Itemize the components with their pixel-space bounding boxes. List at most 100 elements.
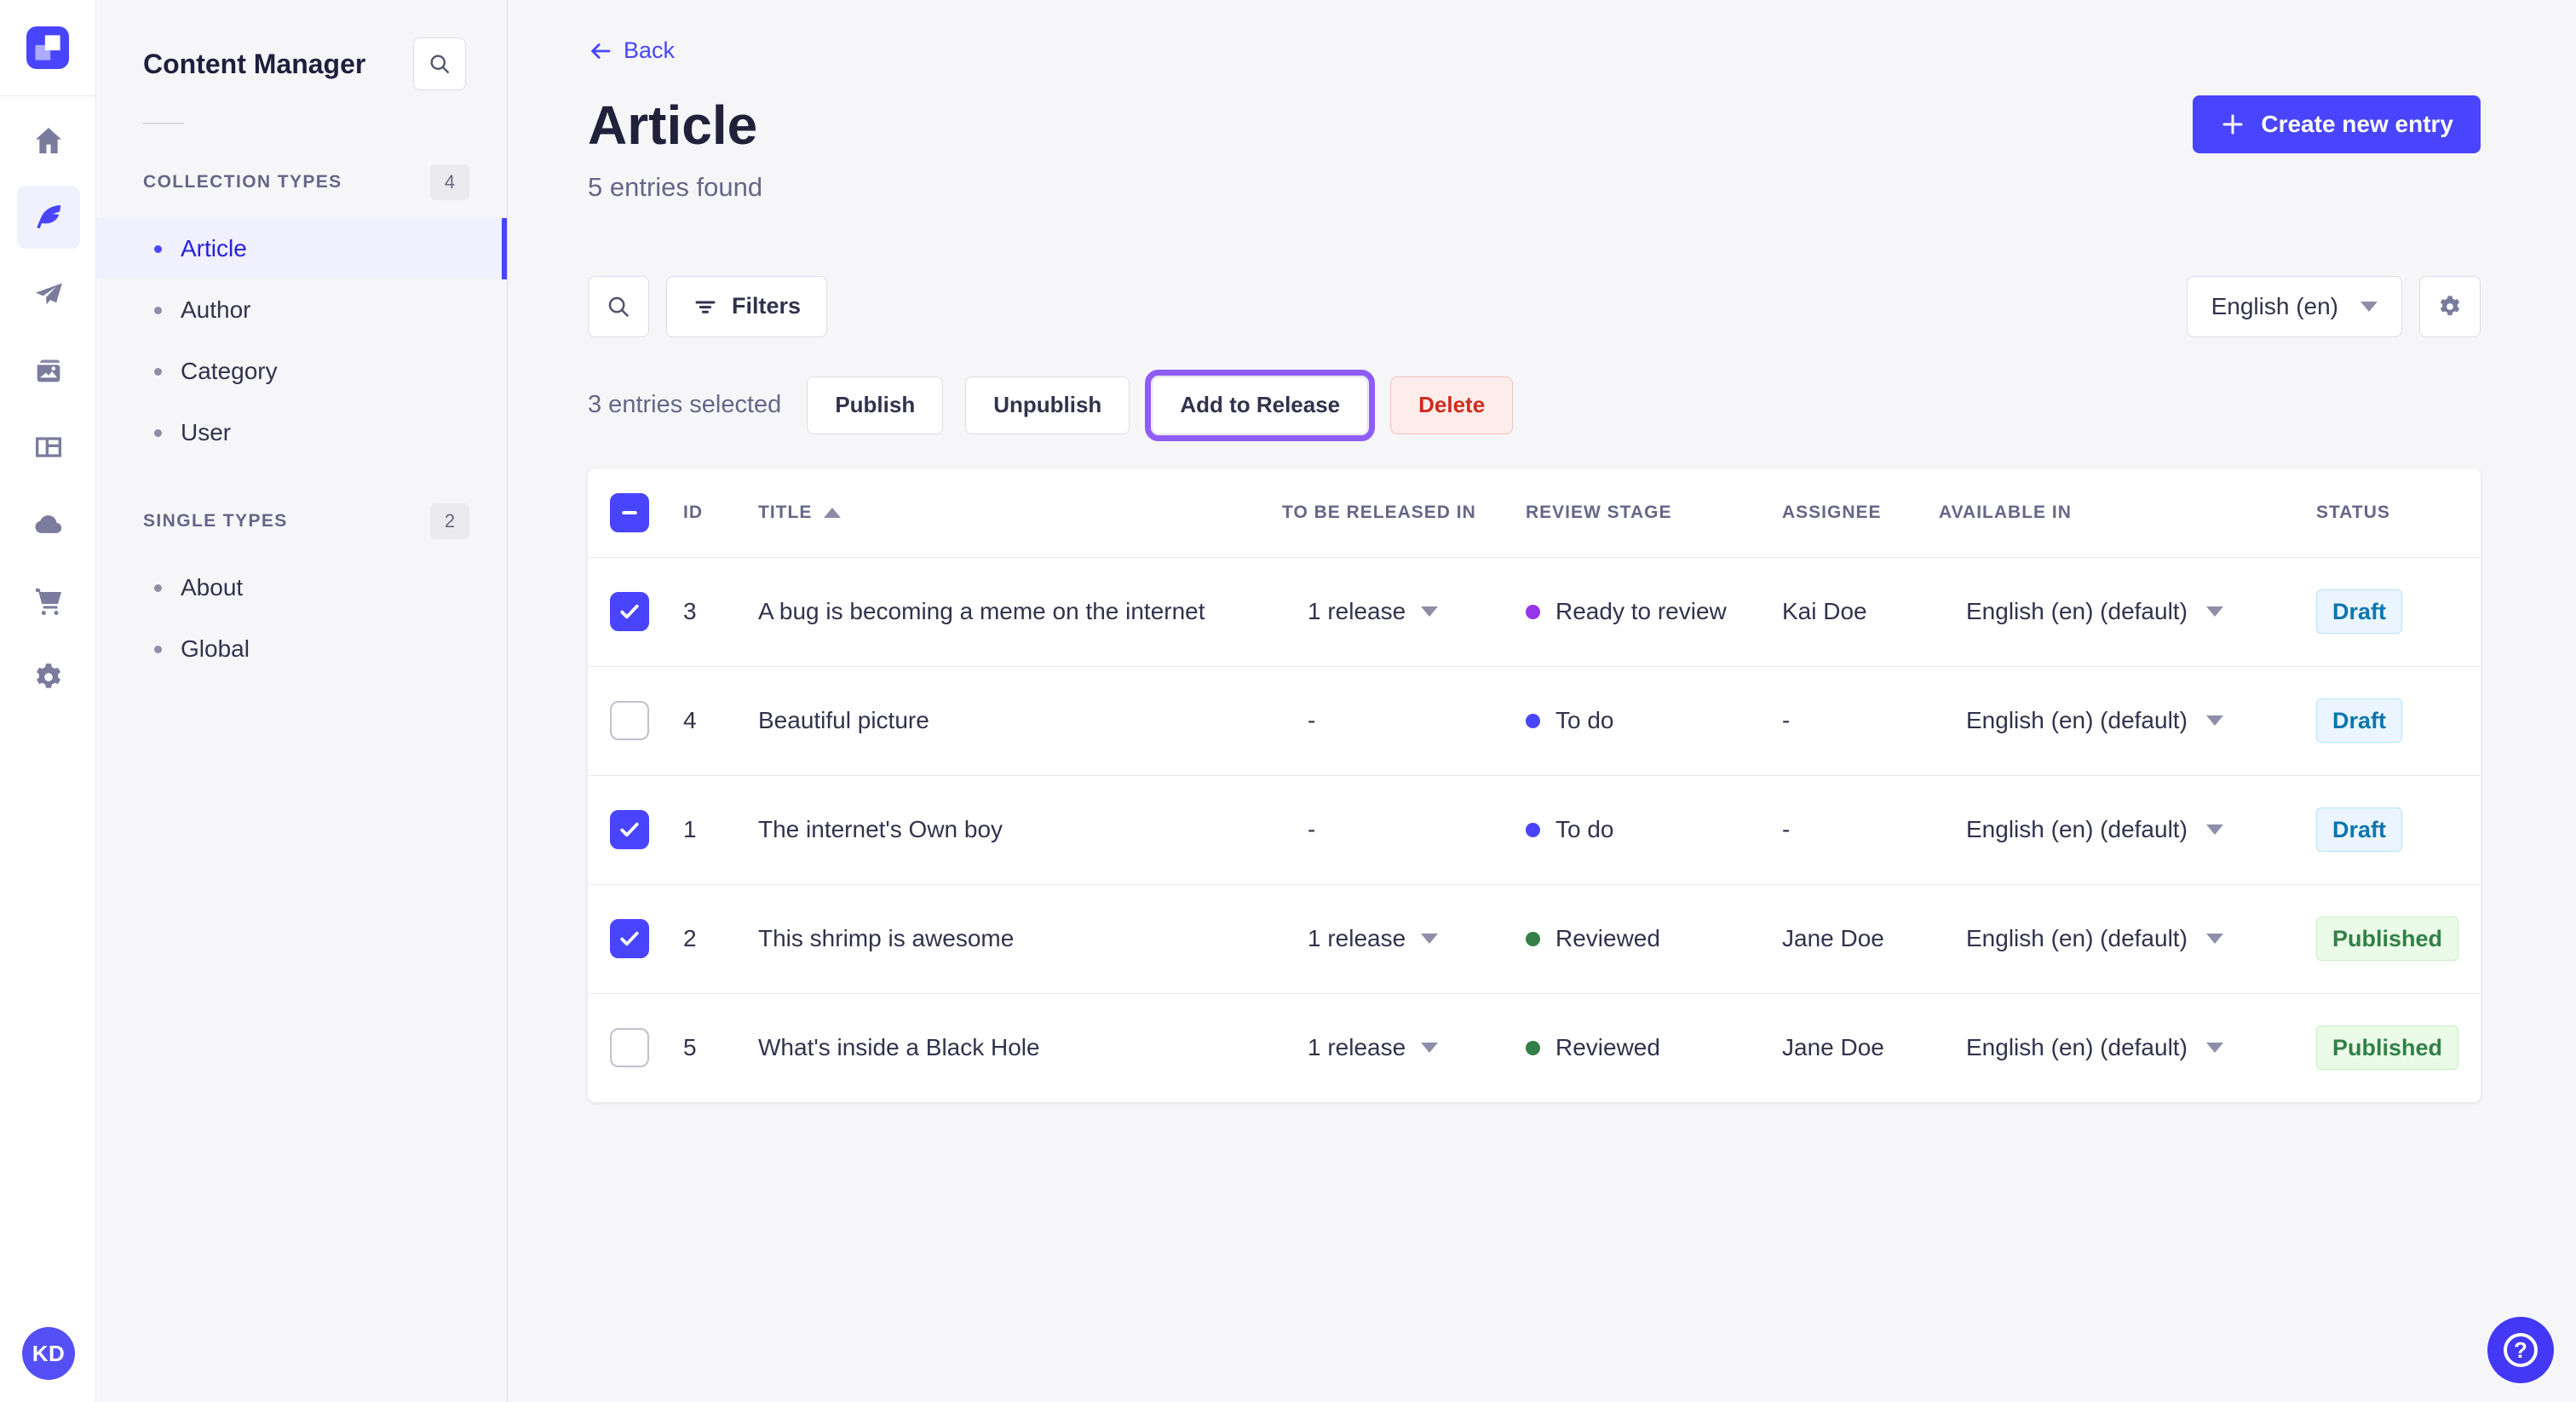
chevron-down-icon [2205, 1043, 2223, 1053]
row-checkbox[interactable] [610, 701, 649, 740]
column-header-review-stage[interactable]: REVIEW STAGE [1526, 503, 1782, 523]
back-link[interactable]: Back [588, 37, 675, 64]
table-search-button[interactable] [588, 275, 649, 337]
search-icon [430, 55, 450, 74]
question-mark-icon: ? [2504, 1333, 2538, 1367]
row-release-dropdown[interactable]: - [1282, 707, 1526, 734]
home-icon[interactable] [17, 109, 80, 172]
sidebar-search-button[interactable] [413, 37, 466, 90]
sidebar-item-label: User [181, 419, 232, 445]
row-title: A bug is becoming a meme on the internet [758, 598, 1205, 624]
table-row[interactable]: 1 The internet's Own boy - To do - Engli… [588, 774, 2481, 884]
row-checkbox[interactable] [610, 592, 649, 631]
column-header-title[interactable]: TITLE [758, 503, 1282, 523]
sort-ascending-icon [824, 507, 842, 518]
rail-nav-icons [0, 109, 96, 709]
plus-icon [2222, 114, 2243, 135]
strapi-logo-icon[interactable] [26, 26, 69, 69]
table-header-row: ID TITLE TO BE RELEASED IN REVIEW STAGE … [588, 468, 2481, 557]
stage-dot-icon [1526, 822, 1540, 837]
row-locale-dropdown[interactable]: English (en) (default) [1939, 1034, 2316, 1061]
filters-button[interactable]: Filters [666, 275, 828, 337]
search-icon [608, 296, 630, 317]
row-release-dropdown[interactable]: 1 release [1282, 925, 1526, 952]
row-locale-dropdown[interactable]: English (en) (default) [1939, 816, 2316, 843]
sidebar-item-label: About [181, 574, 244, 600]
sidebar-item-author[interactable]: Author [96, 279, 507, 341]
column-header-status[interactable]: STATUS [2316, 503, 2481, 523]
sidebar-item-article[interactable]: Article [96, 218, 507, 279]
column-header-available-in[interactable]: AVAILABLE IN [1939, 503, 2316, 523]
gear-icon[interactable] [17, 646, 80, 709]
row-checkbox[interactable] [610, 1028, 649, 1067]
row-id: 1 [683, 816, 697, 842]
media-icon[interactable] [17, 339, 80, 402]
column-header-assignee[interactable]: ASSIGNEE [1782, 503, 1939, 523]
chevron-down-icon [1421, 934, 1439, 944]
stage-dot-icon [1526, 604, 1540, 619]
chevron-down-icon [2360, 301, 2378, 312]
sidebar-item-label: Global [181, 635, 250, 662]
single-types-count-badge: 2 [430, 503, 469, 539]
row-id: 2 [683, 925, 697, 951]
nav-rail: KD [0, 0, 96, 1402]
bullet-icon [154, 306, 162, 314]
status-badge: Published [2316, 916, 2459, 961]
sidebar-item-category[interactable]: Category [96, 341, 507, 402]
table-row[interactable]: 3 A bug is becoming a meme on the intern… [588, 556, 2481, 666]
entries-table: ID TITLE TO BE RELEASED IN REVIEW STAGE … [588, 468, 2481, 1102]
cart-icon[interactable] [17, 569, 80, 632]
select-all-checkbox[interactable] [610, 492, 649, 532]
layout-icon[interactable] [17, 416, 80, 479]
sidebar-item-label: Article [181, 235, 247, 261]
paper-plane-icon[interactable] [17, 262, 80, 325]
row-checkbox[interactable] [610, 919, 649, 958]
row-review-stage: Ready to review [1526, 598, 1782, 625]
unpublish-button[interactable]: Unpublish [965, 376, 1130, 434]
row-release-dropdown[interactable]: 1 release [1282, 1034, 1526, 1061]
sidebar-item-user[interactable]: User [96, 402, 507, 463]
row-release-dropdown[interactable]: 1 release [1282, 598, 1526, 625]
content-manager-sidebar: Content Manager COLLECTION TYPES 4 Artic… [96, 0, 508, 1402]
cloud-icon[interactable] [17, 492, 80, 555]
entries-count-text: 5 entries found [588, 171, 763, 202]
collection-types-count-badge: 4 [430, 164, 469, 200]
row-locale-dropdown[interactable]: English (en) (default) [1939, 598, 2316, 625]
row-locale-dropdown[interactable]: English (en) (default) [1939, 707, 2316, 734]
table-row[interactable]: 4 Beautiful picture - To do - English (e… [588, 665, 2481, 775]
selection-count-text: 3 entries selected [588, 391, 782, 418]
row-locale-dropdown[interactable]: English (en) (default) [1939, 925, 2316, 952]
stage-dot-icon [1526, 931, 1540, 946]
column-header-to-be-released-in[interactable]: TO BE RELEASED IN [1282, 503, 1526, 523]
row-release-dropdown[interactable]: - [1282, 816, 1526, 843]
publish-button[interactable]: Publish [807, 376, 944, 434]
main-content: Back Create new entry Article 5 entries … [508, 0, 2576, 1402]
chevron-down-icon [2205, 715, 2223, 726]
row-review-stage: To do [1526, 816, 1782, 843]
table-row[interactable]: 5 What's inside a Black Hole 1 release R… [588, 992, 2481, 1102]
delete-button[interactable]: Delete [1390, 376, 1514, 434]
status-badge: Draft [2316, 807, 2403, 852]
locale-select[interactable]: English (en) [2186, 275, 2402, 337]
view-settings-button[interactable] [2419, 275, 2481, 337]
bullet-icon [154, 367, 162, 376]
stage-dot-icon [1526, 713, 1540, 728]
gear-icon [2440, 295, 2460, 315]
sidebar-item-global[interactable]: Global [96, 618, 507, 680]
chevron-down-icon [2205, 825, 2223, 835]
status-badge: Draft [2316, 698, 2403, 743]
stage-dot-icon [1526, 1040, 1540, 1055]
user-avatar[interactable]: KD [22, 1327, 75, 1380]
logo-area [0, 0, 95, 96]
column-header-id[interactable]: ID [683, 503, 758, 523]
sidebar-item-about[interactable]: About [96, 557, 507, 618]
add-to-release-button[interactable]: Add to Release [1145, 369, 1376, 441]
chevron-down-icon [1421, 606, 1439, 617]
row-checkbox[interactable] [610, 810, 649, 849]
create-new-entry-button[interactable]: Create new entry [2193, 95, 2481, 153]
feather-icon[interactable] [16, 186, 80, 249]
table-row[interactable]: 2 This shrimp is awesome 1 release Revie… [588, 883, 2481, 993]
back-arrow-icon [591, 43, 611, 59]
collection-types-heading: COLLECTION TYPES [143, 172, 342, 192]
help-button[interactable]: ? [2487, 1317, 2554, 1383]
